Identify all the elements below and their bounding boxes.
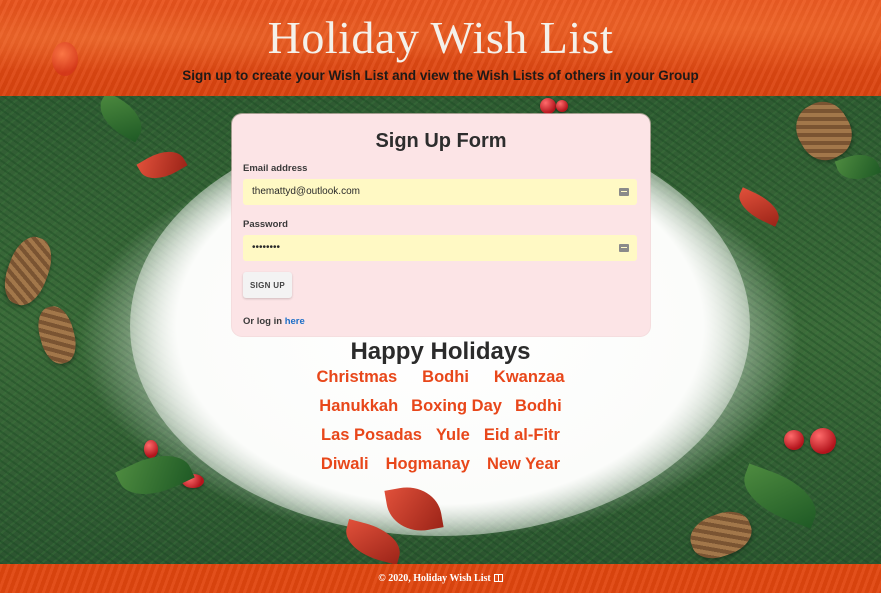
- form-title: Sign Up Form: [375, 130, 507, 152]
- holiday-item: Christmas: [316, 368, 398, 386]
- autofill-icon[interactable]: [619, 188, 629, 196]
- login-link[interactable]: here: [285, 316, 305, 327]
- signup-form: Sign Up Form Email address Password SIGN…: [232, 114, 650, 336]
- page-footer: © 2020, Holiday Wish List: [0, 564, 881, 593]
- holiday-item: Las Posadas: [321, 426, 422, 444]
- holiday-item: Eid al-Fitr: [483, 426, 560, 444]
- copyright-text: © 2020, Holiday Wish List: [378, 573, 491, 584]
- login-prompt: Or log in here: [243, 316, 305, 327]
- password-label: Password: [243, 219, 288, 230]
- signup-button[interactable]: SIGN UP: [243, 272, 292, 298]
- gift-icon: [493, 574, 503, 582]
- page-subtitle: Sign up to create your Wish List and vie…: [182, 68, 699, 83]
- password-field[interactable]: [243, 235, 637, 261]
- holiday-item: Boxing Day: [411, 397, 502, 415]
- leaf-decoration: [136, 142, 188, 188]
- holiday-row: Las Posadas Yule Eid al-Fitr: [0, 426, 881, 445]
- holiday-item: Hogmanay: [385, 455, 470, 473]
- holidays-title: Happy Holidays: [350, 338, 531, 365]
- berry-decoration: [540, 98, 556, 114]
- berry-decoration: [52, 42, 78, 76]
- holiday-row: Hanukkah Boxing Day Bodhi: [0, 397, 881, 416]
- email-field[interactable]: [243, 179, 637, 205]
- holiday-item: Diwali: [320, 455, 369, 473]
- page-title: Holiday Wish List: [267, 12, 614, 63]
- holiday-item: Bodhi: [422, 368, 469, 386]
- login-prefix: Or log in: [243, 316, 283, 327]
- holiday-row: Christmas Bodhi Kwanzaa: [0, 368, 881, 387]
- holiday-item: Kwanzaa: [493, 368, 565, 386]
- holiday-item: Yule: [435, 426, 470, 444]
- pinecone-decoration: [684, 504, 758, 564]
- leaf-decoration: [733, 187, 785, 227]
- holiday-item: Bodhi: [514, 397, 562, 415]
- pinecone-decoration: [0, 231, 59, 311]
- email-label: Email address: [243, 163, 308, 174]
- autofill-icon[interactable]: [619, 244, 629, 252]
- page-header: Holiday Wish List Sign up to create your…: [0, 0, 881, 96]
- berry-decoration: [556, 100, 568, 112]
- holiday-item: New Year: [486, 455, 561, 473]
- leaf-decoration: [91, 96, 151, 143]
- holiday-row: Diwali Hogmanay New Year: [0, 455, 881, 474]
- holiday-item: Hanukkah: [319, 397, 399, 415]
